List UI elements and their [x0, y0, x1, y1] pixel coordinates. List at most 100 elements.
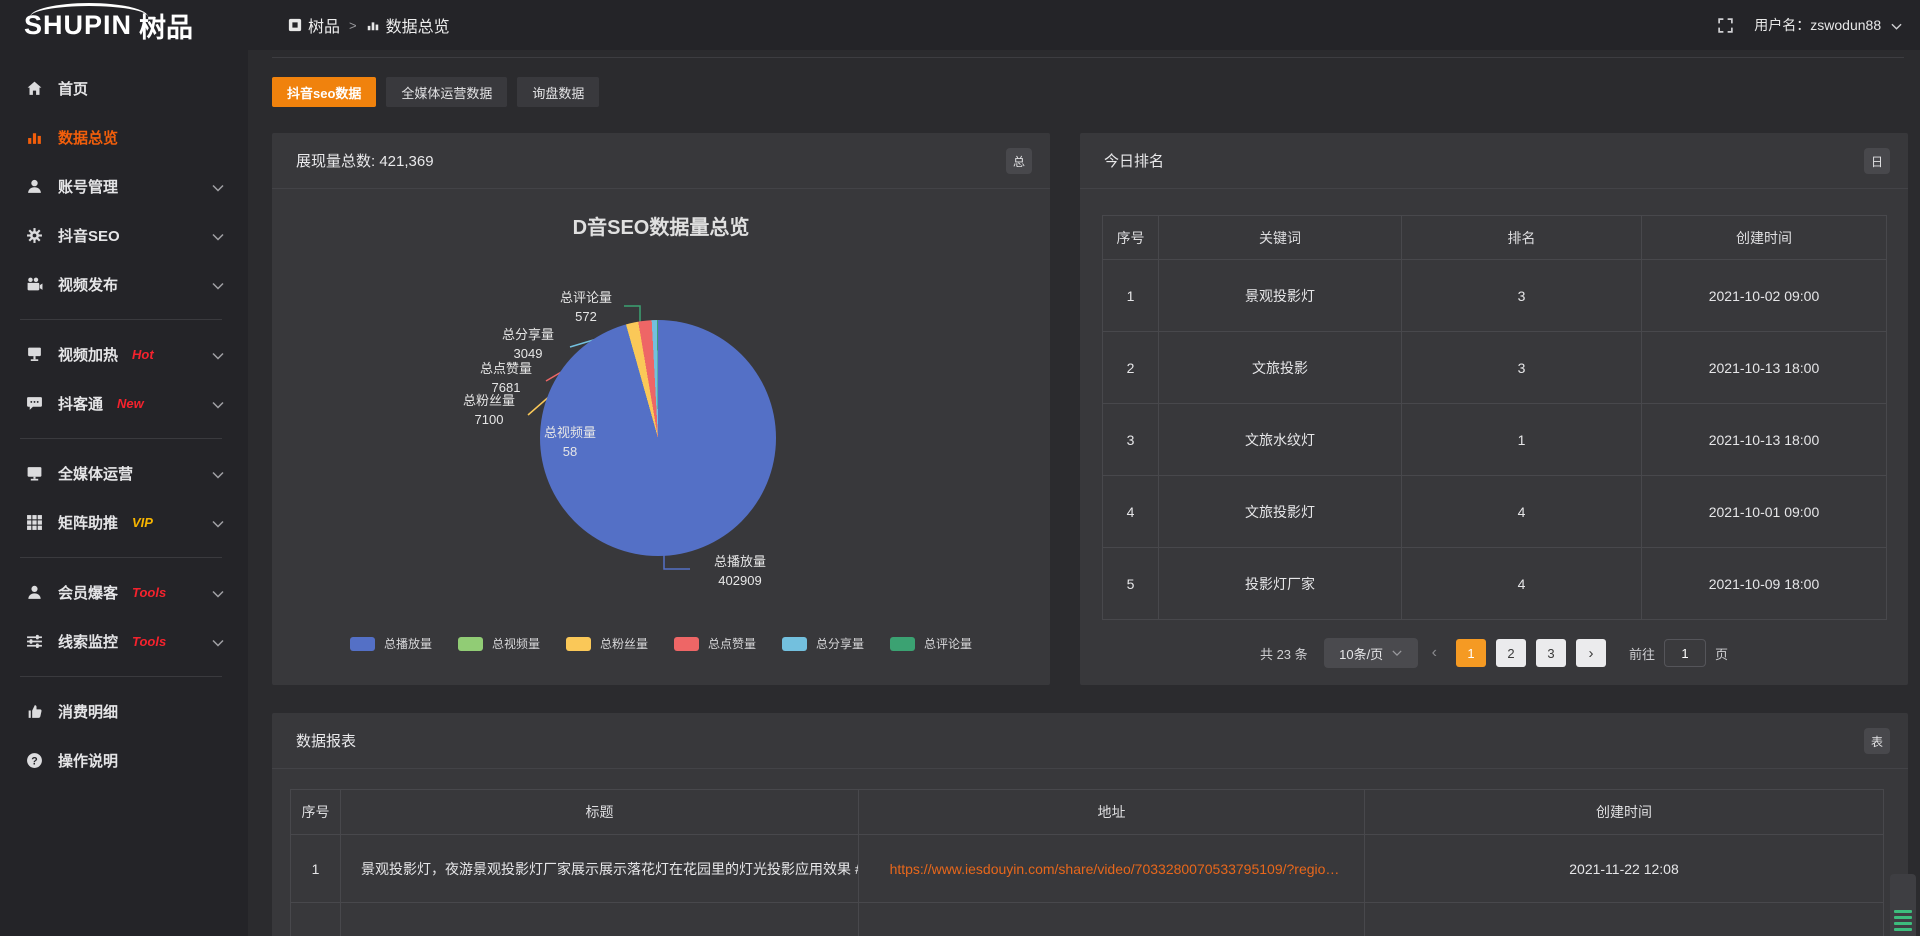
sidebar-item-media-operation[interactable]: 全媒体运营: [0, 449, 248, 498]
table-row: 1景观投影灯32021-10-02 09:00: [1103, 260, 1887, 332]
pie-label-plays: 总播放量 402909: [692, 552, 788, 590]
column-header: 序号: [291, 790, 341, 835]
sidebar-item-home[interactable]: 首页: [0, 64, 248, 113]
impressions-total-label: 展现量总数: 421,369: [296, 150, 434, 171]
bar-chart-icon: [366, 18, 380, 32]
home-icon: [26, 80, 43, 97]
app-logo[interactable]: SHUPIN 树品: [24, 0, 193, 50]
sidebar: 首页 数据总览 账号管理 抖音SEO 视频发布 视频加热 Hot: [0, 50, 248, 936]
table-row: [291, 903, 1884, 936]
chevron-down-icon: [1392, 650, 1402, 656]
seo-overview-panel: 展现量总数: 421,369 总 D音SEO数据量总览 总评论量 572: [272, 133, 1050, 685]
rank-table: 序号 关键词 排名 创建时间 1景观投影灯32021-10-02 09:00 2…: [1102, 215, 1887, 620]
legend-swatch: [458, 637, 483, 651]
vip-badge: VIP: [132, 515, 153, 530]
sidebar-item-expense-detail[interactable]: 消费明细: [0, 687, 248, 736]
pagination: 共 23 条 10条/页 ‹ 1 2 3 › 前往 页: [1080, 638, 1908, 668]
logo-arc: [30, 3, 148, 17]
table-badge-button[interactable]: 表: [1864, 728, 1890, 754]
chart-title: D音SEO数据量总览: [272, 211, 1050, 240]
screen-icon: [26, 346, 43, 363]
sidebar-item-douyin-seo[interactable]: 抖音SEO: [0, 211, 248, 260]
breadcrumb-current[interactable]: 数据总览: [366, 13, 450, 37]
pie-label-videos: 总视频量 58: [528, 423, 612, 461]
sidebar-item-lead-monitor[interactable]: 线索监控 Tools: [0, 617, 248, 666]
next-page-button[interactable]: ›: [1576, 639, 1606, 667]
widget-bar: [1894, 922, 1912, 925]
page-unit-label: 页: [1715, 644, 1728, 663]
page-size-select[interactable]: 10条/页: [1324, 638, 1418, 668]
tab-inquiry-data[interactable]: 询盘数据: [517, 77, 599, 107]
floating-widget[interactable]: [1890, 874, 1916, 936]
legend-item[interactable]: 总分享量: [782, 635, 864, 652]
report-table: 序号 标题 地址 创建时间 1 景观投影灯，夜游景观投影灯厂家展示展示落花灯在花…: [290, 789, 1884, 936]
table-row: 2文旅投影32021-10-13 18:00: [1103, 332, 1887, 404]
monitor-icon: [26, 465, 43, 482]
fullscreen-icon[interactable]: [1717, 17, 1734, 34]
new-badge: New: [117, 396, 144, 411]
report-row-title: 景观投影灯，夜游景观投影灯厂家展示展示落花灯在花园里的灯光投影应用效果 #: [341, 835, 859, 903]
bar-chart-icon: [26, 129, 43, 146]
column-header: 标题: [341, 790, 859, 835]
chevron-down-icon: [1891, 23, 1902, 30]
sidebar-item-member-burst[interactable]: 会员爆客 Tools: [0, 568, 248, 617]
username-menu[interactable]: 用户名：zswodun88: [1754, 15, 1902, 35]
chevron-down-icon: [212, 584, 224, 601]
page-button-1[interactable]: 1: [1456, 639, 1486, 667]
logo-text-cn: 树品: [139, 6, 193, 45]
video-link[interactable]: https://www.iesdouyin.com/share/video/70…: [890, 861, 1340, 877]
sidebar-divider: [20, 676, 222, 677]
widget-bar: [1894, 910, 1912, 913]
report-row-created: 2021-11-22 12:08: [1365, 835, 1884, 903]
chevron-down-icon: [212, 346, 224, 363]
gear-icon: [26, 227, 43, 244]
member-icon: [26, 584, 43, 601]
column-header: 关键词: [1159, 216, 1402, 260]
rank-panel-header: 今日排名 日: [1080, 133, 1908, 189]
widget-bar: [1894, 928, 1912, 931]
sidebar-item-video-heat[interactable]: 视频加热 Hot: [0, 330, 248, 379]
tools-badge: Tools: [132, 585, 166, 600]
breadcrumb-root[interactable]: 树品: [288, 13, 340, 37]
rank-panel-title: 今日排名: [1104, 150, 1164, 171]
chevron-down-icon: [212, 514, 224, 531]
report-table-header-row: 序号 标题 地址 创建时间: [291, 790, 1884, 835]
tab-douyin-seo-data[interactable]: 抖音seo数据: [272, 77, 376, 107]
video-camera-icon: [26, 276, 43, 293]
page-button-3[interactable]: 3: [1536, 639, 1566, 667]
widget-bar: [1894, 916, 1912, 919]
sidebar-item-video-publish[interactable]: 视频发布: [0, 260, 248, 309]
page-button-2[interactable]: 2: [1496, 639, 1526, 667]
chevron-down-icon: [212, 227, 224, 244]
legend-item[interactable]: 总视频量: [458, 635, 540, 652]
question-icon: ?: [26, 752, 43, 769]
legend-swatch: [350, 637, 375, 651]
prev-page-button[interactable]: ‹: [1432, 644, 1437, 662]
sidebar-item-data-overview[interactable]: 数据总览: [0, 113, 248, 162]
hot-badge: Hot: [132, 347, 154, 362]
chevron-down-icon: [212, 276, 224, 293]
pie-label-shares: 总分享量 3049: [488, 325, 568, 363]
sidebar-item-douketong[interactable]: 抖客通 New: [0, 379, 248, 428]
legend-item[interactable]: 总评论量: [890, 635, 972, 652]
sidebar-item-matrix-boost[interactable]: 矩阵助推 VIP: [0, 498, 248, 547]
legend-item[interactable]: 总粉丝量: [566, 635, 648, 652]
column-header: 地址: [859, 790, 1365, 835]
total-badge-button[interactable]: 总: [1006, 148, 1032, 174]
column-header: 序号: [1103, 216, 1159, 260]
chat-bubble-icon: [26, 395, 43, 412]
legend-swatch: [890, 637, 915, 651]
chevron-down-icon: [212, 178, 224, 195]
goto-page-input[interactable]: [1664, 639, 1706, 667]
legend-item[interactable]: 总播放量: [350, 635, 432, 652]
tab-media-operation-data[interactable]: 全媒体运营数据: [386, 77, 507, 107]
day-badge-button[interactable]: 日: [1864, 148, 1890, 174]
table-row: 1 景观投影灯，夜游景观投影灯厂家展示展示落花灯在花园里的灯光投影应用效果 # …: [291, 835, 1884, 903]
sidebar-item-instructions[interactable]: ? 操作说明: [0, 736, 248, 785]
legend-item[interactable]: 总点赞量: [674, 635, 756, 652]
sidebar-item-account[interactable]: 账号管理: [0, 162, 248, 211]
report-panel-title: 数据报表: [296, 730, 356, 751]
header-divider: [272, 57, 1904, 58]
legend-swatch: [566, 637, 591, 651]
data-report-panel: 数据报表 表 序号 标题 地址 创建时间 1 景观投影灯，夜游景观投影灯厂家展示…: [272, 713, 1908, 936]
